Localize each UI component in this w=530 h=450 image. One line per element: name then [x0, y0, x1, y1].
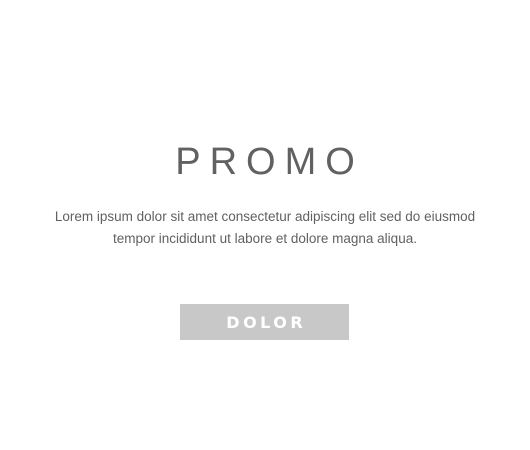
page: PROMO Lorem ipsum dolor sit amet consect… — [0, 0, 530, 450]
promo-description: Lorem ipsum dolor sit amet consectetur a… — [54, 209, 476, 246]
promo-section: PROMO Lorem ipsum dolor sit amet consect… — [0, 0, 530, 450]
dolor-button[interactable]: DOLOR — [180, 304, 349, 340]
dolor-button-label: DOLOR — [226, 312, 307, 332]
promo-title: PROMO — [175, 141, 364, 183]
